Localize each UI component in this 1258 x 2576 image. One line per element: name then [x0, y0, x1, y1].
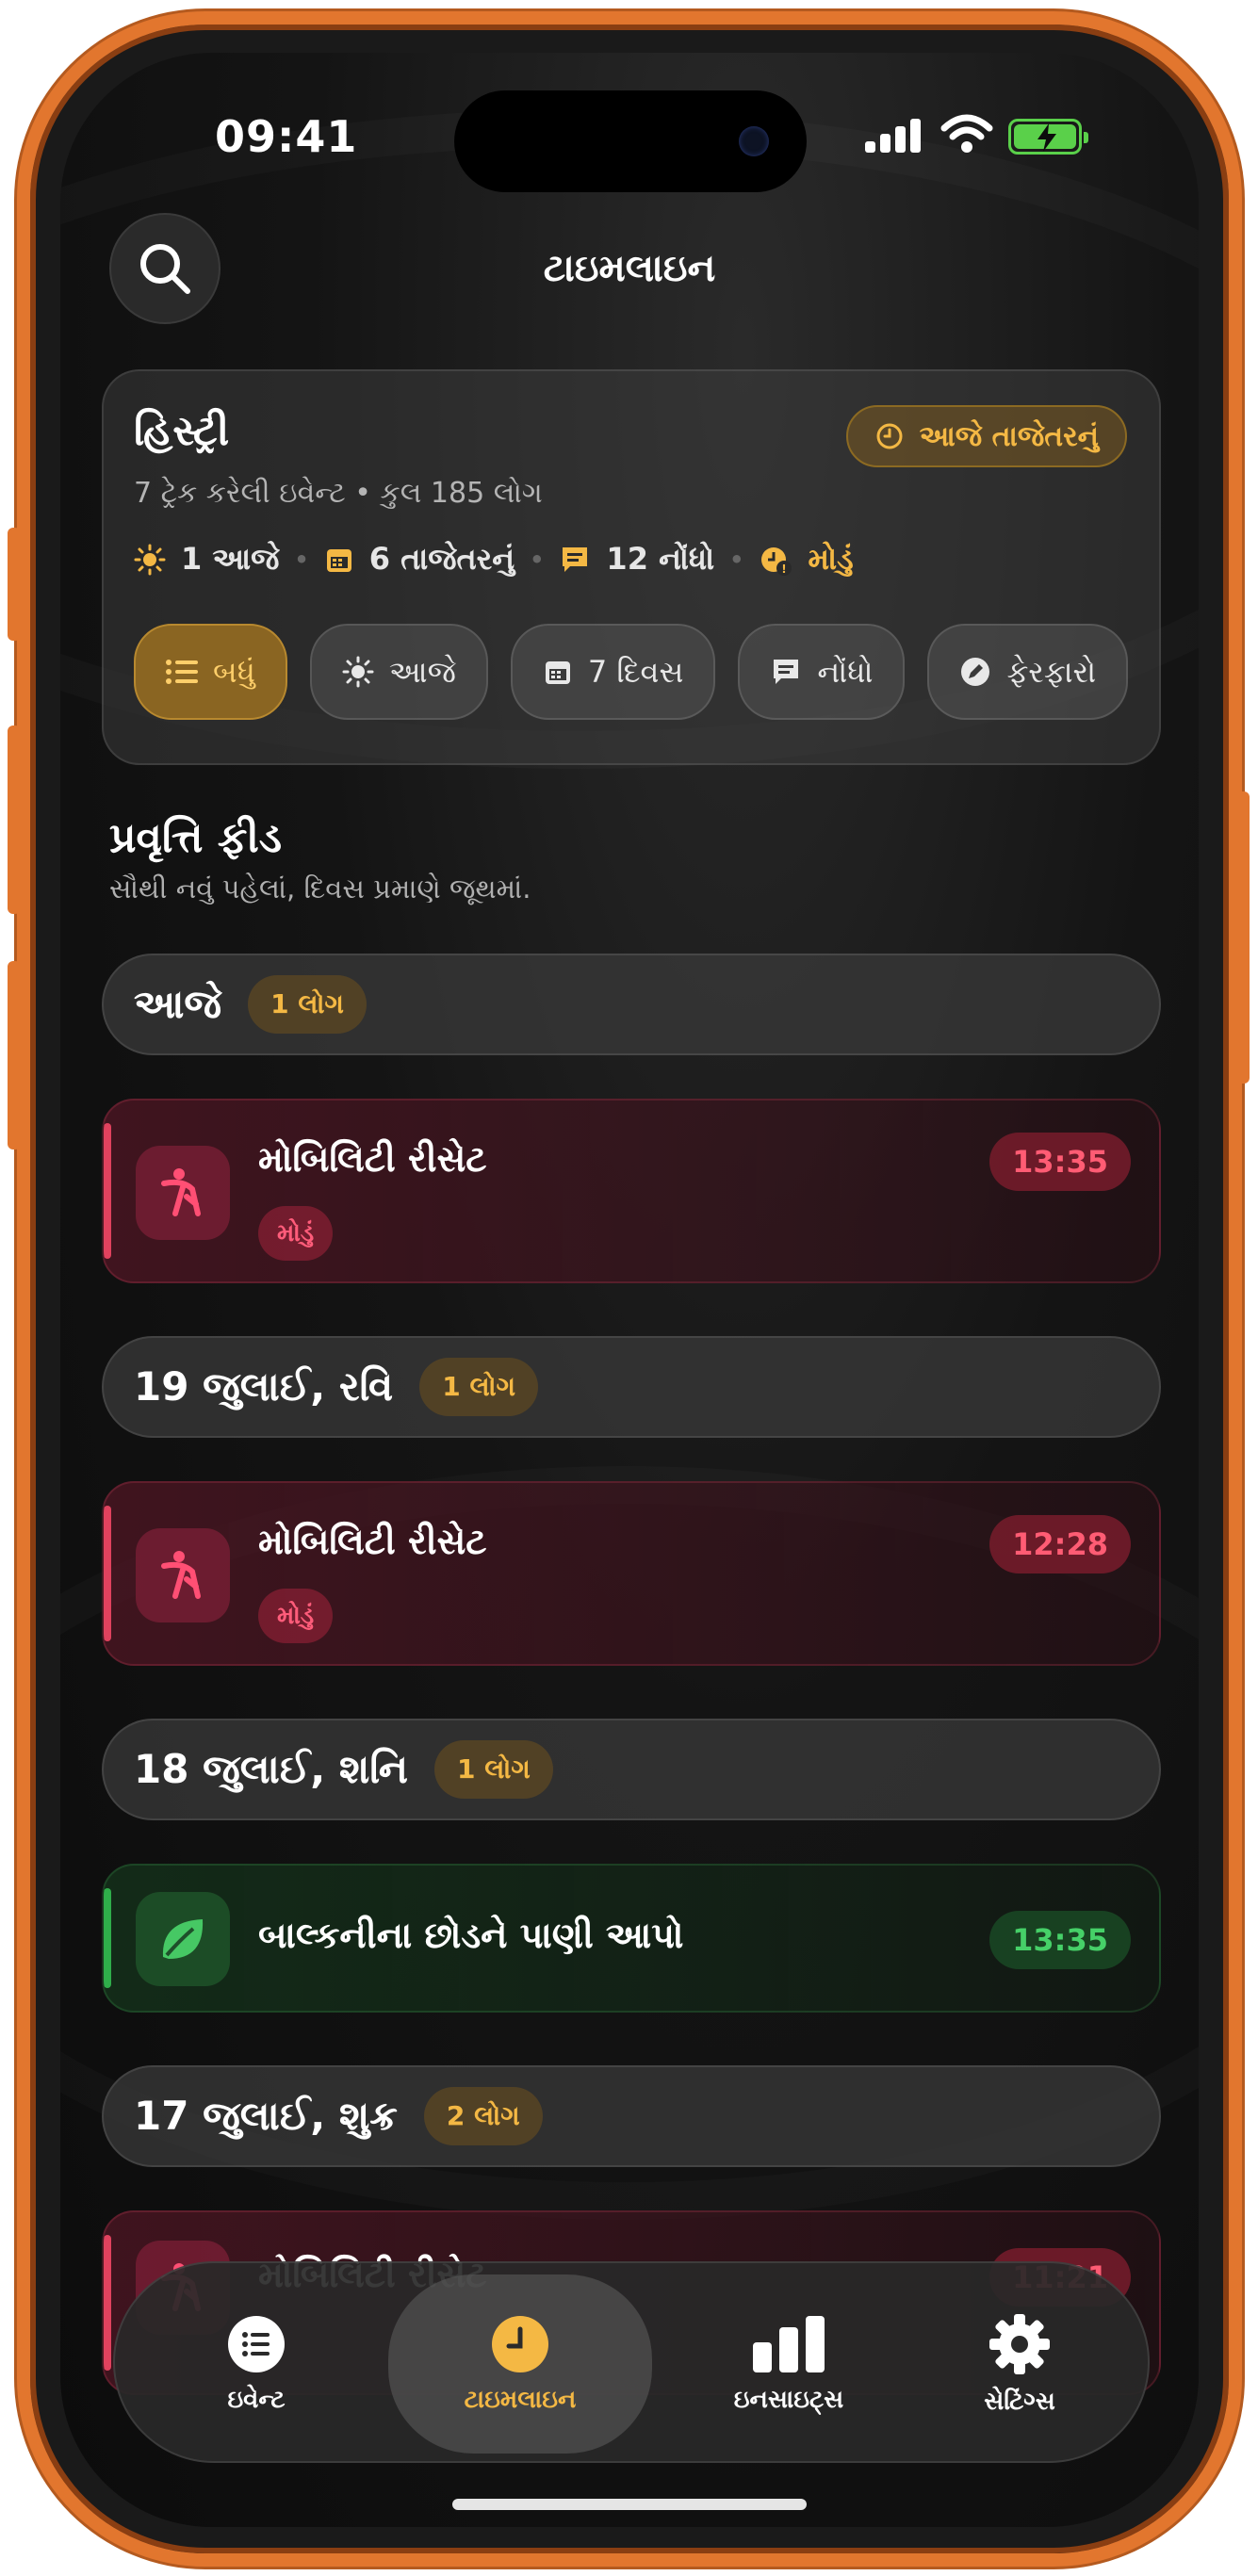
screen: 09:41 ટાઇમલાઇન હિસ્ટ્રી 7 ટ્રેક કરેલી ઇવ…	[60, 53, 1199, 2527]
history-title: હિસ્ટ્રી	[134, 407, 230, 455]
day-header[interactable]: 18 જુલાઈ, શનિ 1 લોગ	[102, 1719, 1161, 1820]
history-subtitle: 7 ટ્રેક કરેલી ઇવેન્ટ • કુલ 185 લોગ	[134, 477, 543, 510]
feed-title: પ્રવૃત્તિ ફીડ	[109, 814, 283, 862]
sun-icon	[342, 656, 374, 688]
day-header[interactable]: 17 જુલાઈ, શુક્ર 2 લોગ	[102, 2065, 1161, 2167]
power-button	[1236, 791, 1250, 1084]
stat-today: 1 આજે	[181, 541, 280, 577]
day-label: આજે	[134, 981, 222, 1027]
day-header[interactable]: આજે 1 લોગ	[102, 954, 1161, 1055]
clock-icon	[492, 2315, 548, 2372]
filter-today[interactable]: આજે	[309, 624, 488, 720]
filter-changes[interactable]: ફેરફારો	[927, 624, 1129, 720]
timeline-entry[interactable]: બાલ્કનીના છોડને પાણી આપો 13:35	[102, 1864, 1161, 2013]
day-log-count: 2 લોગ	[423, 2087, 543, 2145]
history-stats: 1 આજે • 6 તાજેતરનું • 12 નોંધો • ! મોડું	[134, 541, 854, 578]
stretch-icon	[136, 1146, 230, 1240]
filter-today-label: આજે	[388, 653, 456, 690]
tab-timeline[interactable]: ટાઇમલાઇન	[388, 2274, 652, 2454]
tab-timeline-label: ટાઇમલાઇન	[464, 2385, 577, 2414]
history-card: હિસ્ટ્રી 7 ટ્રેક કરેલી ઇવેન્ટ • કુલ 185 …	[102, 369, 1161, 765]
late-indicator-bar	[104, 1506, 111, 1641]
tab-insights-label: ઇનસાઇટ્સ	[733, 2385, 844, 2414]
tab-events[interactable]: ઇવેન્ટ	[153, 2263, 360, 2465]
filter-all[interactable]: બધું	[134, 624, 287, 720]
feed-subtitle: સૌથી નવું પહેલાં, દિવસ પ્રમાણે જૂથમાં.	[109, 872, 531, 905]
filter-all-label: બધું	[213, 653, 255, 690]
tab-insights[interactable]: ઇનસાઇટ્સ	[680, 2263, 897, 2465]
timeline-entry[interactable]: મોબિલિટી રીસેટ મોડું 13:35	[102, 1099, 1161, 1283]
battery-icon	[1008, 119, 1088, 155]
calendar-icon	[326, 548, 351, 572]
filter-notes-label: નોંધો	[817, 653, 874, 690]
action-button	[8, 528, 21, 641]
late-indicator-bar	[104, 2235, 111, 2371]
calendar-icon	[545, 661, 570, 684]
note-icon	[774, 660, 799, 684]
svg-text:!: !	[782, 562, 787, 576]
filter-7-days-label: 7 દિવસ	[587, 653, 684, 690]
status-bar: 09:41	[60, 53, 1199, 194]
day-label: 18 જુલાઈ, શનિ	[134, 1746, 409, 1792]
day-log-count: 1 લોગ	[248, 975, 367, 1034]
page-title: ટાઇમલાઇન	[543, 247, 716, 290]
late-badge: મોડું	[258, 1589, 334, 1643]
tab-events-label: ઇવેન્ટ	[227, 2385, 286, 2414]
stat-notes: 12 નોંધો	[606, 541, 715, 577]
list-circle-icon	[228, 2315, 285, 2372]
clock-icon	[876, 423, 903, 449]
filter-7-days[interactable]: 7 દિવસ	[510, 624, 716, 720]
late-badge: મોડું	[258, 1206, 334, 1261]
volume-down-button	[8, 961, 21, 1149]
entry-name: મોબિલિટી રીસેટ	[258, 1138, 487, 1180]
sun-icon	[134, 544, 166, 575]
status-time: 09:41	[215, 111, 358, 162]
done-indicator-bar	[104, 1888, 111, 1988]
tab-settings[interactable]: સેટિંગ્સ	[916, 2263, 1123, 2465]
today-recent-button[interactable]: આજે તાજેતરનું	[845, 405, 1127, 467]
day-label: 17 જુલાઈ, શુક્ર	[134, 2093, 398, 2139]
wifi-icon	[940, 114, 993, 153]
entry-name: મોબિલિટી રીસેટ	[258, 1521, 487, 1562]
filter-notes[interactable]: નોંધો	[738, 624, 906, 720]
bar-chart-icon	[753, 2315, 825, 2372]
day-label: 19 જુલાઈ, રવિ	[134, 1363, 394, 1410]
stat-recent: 6 તાજેતરનું	[368, 541, 515, 577]
home-indicator[interactable]	[452, 2499, 807, 2510]
entry-name: બાલ્કનીના છોડને પાણી આપો	[258, 1915, 684, 1956]
late-clock-icon: !	[761, 546, 792, 576]
today-recent-label: આજે તાજેતરનું	[919, 419, 1099, 453]
day-header[interactable]: 19 જુલાઈ, રવિ 1 લોગ	[102, 1336, 1161, 1438]
pencil-icon	[961, 658, 990, 686]
note-icon	[563, 546, 588, 572]
entry-time: 13:35	[989, 1133, 1131, 1191]
late-indicator-bar	[104, 1123, 111, 1259]
list-icon	[166, 660, 198, 684]
dynamic-island	[454, 90, 807, 192]
filter-changes-label: ફેરફારો	[1006, 653, 1097, 690]
cellular-signal-icon	[865, 119, 923, 153]
tab-bar: ઇવેન્ટ ટાઇમલાઇન ઇનસાઇટ્સ સેટિંગ્સ	[113, 2261, 1150, 2463]
entry-time: 13:35	[989, 1911, 1131, 1969]
filter-chips: બધું આજે 7 દિવસ નોંધો ફેરફારો	[134, 624, 1129, 720]
leaf-icon	[136, 1892, 230, 1986]
gear-icon	[989, 2313, 1050, 2374]
tab-settings-label: સેટિંગ્સ	[984, 2387, 1055, 2416]
day-log-count: 1 લોગ	[434, 1740, 553, 1799]
timeline-entry[interactable]: મોબિલિટી રીસેટ મોડું 12:28	[102, 1481, 1161, 1666]
stretch-icon	[136, 1528, 230, 1622]
stat-late: મોડું	[808, 541, 854, 577]
day-log-count: 1 લોગ	[419, 1358, 539, 1416]
volume-up-button	[8, 726, 21, 914]
entry-time: 12:28	[989, 1515, 1131, 1573]
